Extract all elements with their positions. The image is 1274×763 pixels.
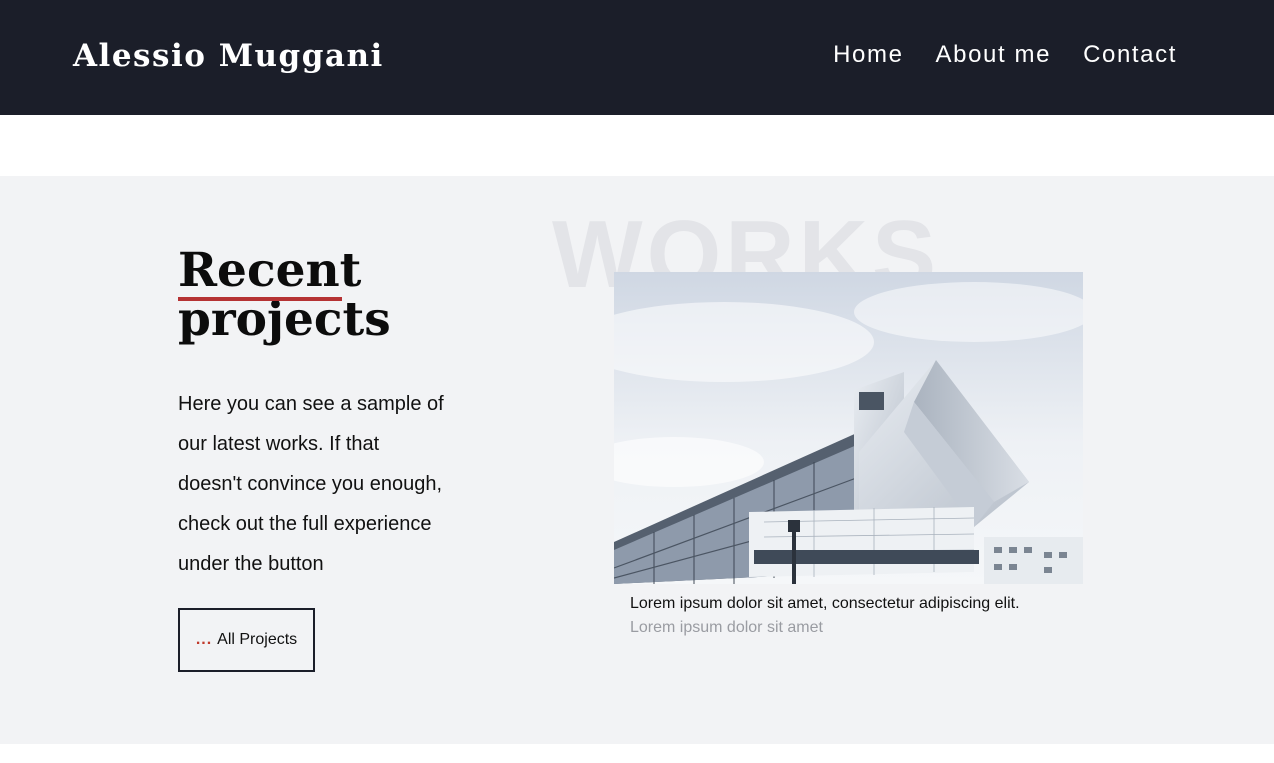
nav-about-link[interactable]: About me (936, 40, 1052, 70)
button-label: All Projects (217, 631, 298, 648)
main-nav: Home About me Contact (801, 40, 1177, 70)
nav-contact-link[interactable]: Contact (1083, 40, 1177, 70)
brand-logo[interactable]: Alessio Muggani (73, 34, 384, 78)
nav-home-link[interactable]: Home (833, 40, 903, 70)
all-projects-button[interactable]: ... All Projects (178, 608, 315, 672)
section-heading: Recent projects (178, 246, 391, 344)
section-description: Here you can see a sample of our latest … (178, 393, 444, 575)
ellipsis-icon: ... (195, 631, 213, 648)
building-photo (614, 272, 1083, 584)
project-subtitle: Lorem ipsum dolor sit amet (630, 619, 823, 636)
heading-line-1: Recent (178, 243, 362, 298)
heading-underline (178, 297, 342, 301)
heading-line-2: projects (178, 292, 391, 347)
project-title[interactable]: Lorem ipsum dolor sit amet, consectetur … (630, 594, 1020, 614)
project-image[interactable] (614, 272, 1083, 584)
site-header: Alessio Muggani Home About me Contact (0, 0, 1274, 115)
